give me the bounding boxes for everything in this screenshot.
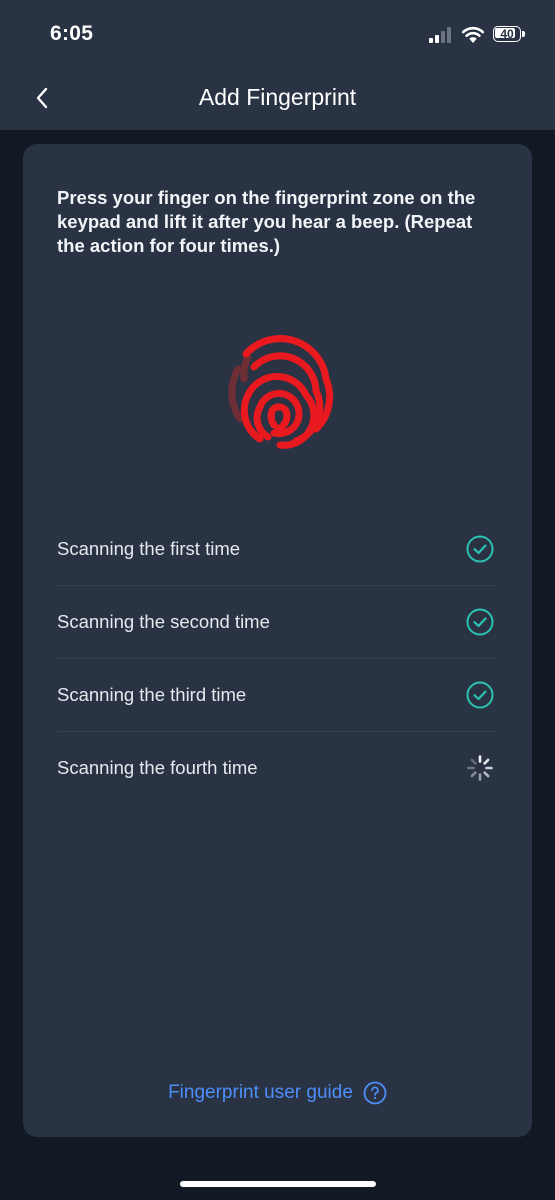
scan-label: Scanning the first time: [57, 538, 241, 559]
scan-item-fourth: Scanning the fourth time: [57, 732, 498, 804]
status-bar: 6:05 40: [0, 0, 555, 70]
scan-item-third: Scanning the third time: [57, 659, 498, 732]
wifi-icon: [461, 26, 485, 43]
check-circle-icon: [466, 681, 494, 709]
question-circle-icon[interactable]: [363, 1081, 387, 1105]
fingerprint-user-guide-link[interactable]: Fingerprint user guide: [23, 1081, 532, 1105]
fingerprint-icon: [228, 335, 334, 449]
check-circle-icon: [466, 535, 494, 563]
status-time: 6:05: [50, 22, 94, 45]
scan-list: Scanning the first time Scanning the sec…: [57, 513, 498, 804]
scan-item-first: Scanning the first time: [57, 513, 498, 586]
home-indicator: [180, 1181, 376, 1187]
scan-label: Scanning the third time: [57, 684, 247, 705]
battery-icon: 40: [493, 26, 527, 44]
status-indicators: 40: [429, 24, 527, 46]
scan-label: Scanning the fourth time: [57, 757, 258, 778]
instruction-text: Press your finger on the fingerprint zon…: [57, 187, 476, 256]
check-circle-icon: [466, 608, 494, 636]
content-card: Press your finger on the fingerprint zon…: [23, 144, 532, 1137]
page-title: Add Fingerprint: [198, 84, 357, 110]
scan-item-second: Scanning the second time: [57, 586, 498, 659]
nav-bar: Add Fingerprint: [0, 70, 555, 130]
spinner-icon: [467, 755, 493, 781]
scan-label: Scanning the second time: [57, 611, 270, 632]
battery-level: 40: [500, 27, 514, 41]
guide-link-label[interactable]: Fingerprint user guide: [168, 1082, 353, 1104]
header: 6:05 40 Add Fingerprint: [0, 0, 555, 130]
signal-icon: [429, 27, 453, 43]
